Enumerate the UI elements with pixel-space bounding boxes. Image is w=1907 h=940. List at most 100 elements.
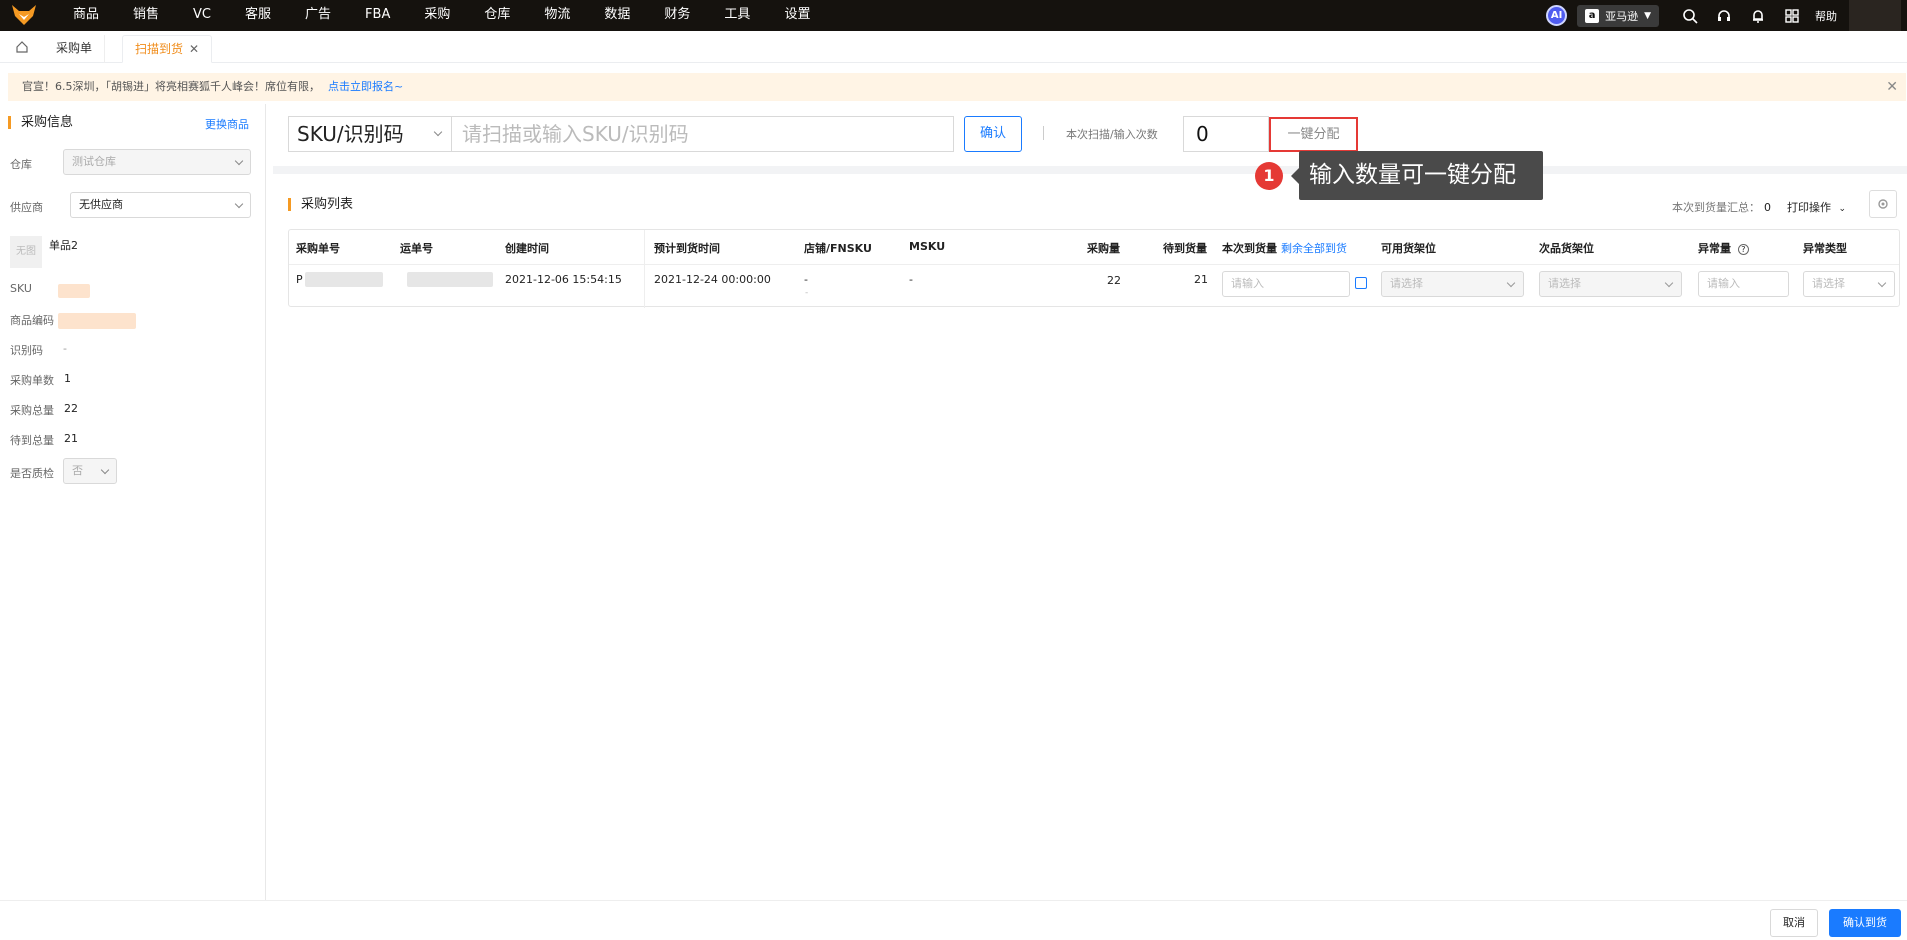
change-product-link[interactable]: 更换商品 bbox=[205, 116, 249, 132]
warehouse-value: 测试仓库 bbox=[72, 155, 116, 168]
qc-label: 是否质检 bbox=[10, 467, 54, 480]
col-header-defect-shelf: 次品货架位 bbox=[1539, 242, 1594, 255]
cancel-button[interactable]: 取消 bbox=[1770, 909, 1818, 937]
nav-item-logistics[interactable]: 物流 bbox=[527, 0, 587, 31]
annotation-step-badge: 1 bbox=[1255, 162, 1283, 190]
nav-item-fba[interactable]: FBA bbox=[348, 0, 407, 31]
tab-label: 采购单 bbox=[56, 41, 93, 55]
arrival-all-link[interactable]: 剩余全部到货 bbox=[1281, 242, 1347, 255]
idcode-row: 识别码 - bbox=[10, 342, 67, 358]
store-name: 亚马逊 bbox=[1605, 9, 1639, 23]
scan-type-value: SKU/识别码 bbox=[297, 122, 404, 146]
nav-item-tools[interactable]: 工具 bbox=[707, 0, 767, 31]
col-header-abnormal-type: 异常类型 bbox=[1803, 242, 1847, 255]
col-header-shelf: 可用货架位 bbox=[1381, 242, 1436, 255]
main-content bbox=[273, 104, 1907, 900]
supplier-label: 供应商 bbox=[10, 201, 43, 214]
amazon-icon: a bbox=[1585, 8, 1600, 23]
scan-type-select[interactable]: SKU/识别码 bbox=[288, 116, 451, 152]
order-count-label: 采购单数 bbox=[10, 374, 54, 387]
chevron-down-icon bbox=[1877, 278, 1887, 288]
apps-grid-icon[interactable] bbox=[1775, 0, 1809, 31]
shelf-select[interactable]: 请选择 bbox=[1381, 271, 1524, 297]
main-nav: 商品 销售 VC 客服 广告 FBA 采购 仓库 物流 数据 财务 工具 设置 bbox=[56, 0, 827, 31]
scan-confirm-button[interactable]: 确认 bbox=[964, 116, 1022, 152]
col-header-pending: 待到货量 bbox=[1163, 242, 1207, 255]
search-icon[interactable] bbox=[1673, 0, 1707, 31]
ai-assistant-icon[interactable]: AI bbox=[1546, 5, 1568, 26]
total-qty-value: 22 bbox=[64, 402, 78, 415]
col-header-order-no: 采购单号 bbox=[296, 242, 340, 255]
column-settings-button[interactable] bbox=[1869, 190, 1897, 218]
sku-value-redacted bbox=[58, 284, 90, 298]
order-count-value: 1 bbox=[64, 372, 71, 385]
nav-item-sales[interactable]: 销售 bbox=[116, 0, 176, 31]
help-link[interactable]: 帮助 bbox=[1815, 8, 1837, 24]
announcement-banner: 官宣！6.5深圳，「胡锡进」将亮相赛狐千人峰会！席位有限， 点击立即报名~ ✕ bbox=[8, 73, 1906, 101]
column-divider bbox=[644, 230, 645, 308]
total-qty-row: 采购总量 22 bbox=[10, 402, 78, 418]
question-icon[interactable]: ? bbox=[1737, 244, 1749, 255]
abnormal-header-label: 异常量 bbox=[1698, 242, 1731, 255]
sku-label: SKU bbox=[10, 282, 32, 295]
announcement-link[interactable]: 点击立即报名~ bbox=[328, 80, 403, 93]
product-code-label: 商品编码 bbox=[10, 314, 54, 327]
store-selector[interactable]: a 亚马逊 ▼ bbox=[1577, 4, 1659, 27]
abnormal-qty-input[interactable]: 请输入 bbox=[1698, 271, 1789, 297]
pending-cell: 21 bbox=[1194, 273, 1208, 286]
defect-shelf-select[interactable]: 请选择 bbox=[1539, 271, 1682, 297]
nav-item-settings[interactable]: 设置 bbox=[767, 0, 827, 31]
nav-item-service[interactable]: 客服 bbox=[228, 0, 288, 31]
supplier-select[interactable]: 无供应商 bbox=[70, 192, 251, 218]
nav-item-products[interactable]: 商品 bbox=[56, 0, 116, 31]
caret-down-icon: ▼ bbox=[1644, 10, 1651, 21]
tab-scan-arrival[interactable]: 扫描到货 ✕ bbox=[122, 35, 213, 63]
divider bbox=[1043, 126, 1044, 140]
print-operations-dropdown[interactable]: 打印操作 ⌄ bbox=[1787, 199, 1846, 215]
warehouse-select: 测试仓库 bbox=[63, 149, 251, 175]
nav-item-finance[interactable]: 财务 bbox=[647, 0, 707, 31]
qty-cell: 22 bbox=[1107, 274, 1121, 287]
user-avatar[interactable] bbox=[1849, 0, 1901, 31]
bell-icon[interactable] bbox=[1741, 0, 1775, 31]
product-name: 单品2 bbox=[49, 239, 78, 252]
order-count-row: 采购单数 1 bbox=[10, 372, 71, 388]
arrival-header-label: 本次到货量 bbox=[1222, 242, 1277, 255]
qc-select: 否 bbox=[63, 458, 117, 484]
nav-item-vc[interactable]: VC bbox=[176, 0, 228, 31]
sku-scan-input[interactable]: 请扫描或输入SKU/识别码 bbox=[451, 116, 954, 152]
col-header-abnormal: 异常量 ? bbox=[1698, 240, 1749, 256]
one-click-allocate-button[interactable]: 一键分配 bbox=[1269, 117, 1358, 152]
total-qty-label: 采购总量 bbox=[10, 404, 54, 417]
fnsku-sub-cell: - bbox=[805, 288, 809, 298]
fox-logo-icon[interactable] bbox=[10, 2, 38, 28]
tab-purchase-orders[interactable]: 采购单 bbox=[44, 35, 106, 63]
nav-item-purchase[interactable]: 采购 bbox=[407, 0, 467, 31]
arrival-qty-input[interactable]: 请输入 bbox=[1222, 271, 1350, 297]
nav-item-data[interactable]: 数据 bbox=[587, 0, 647, 31]
pending-qty-row: 待到总量 21 bbox=[10, 432, 78, 448]
section-divider bbox=[273, 166, 1907, 174]
eta-cell: 2021-12-24 00:00:00 bbox=[654, 273, 771, 286]
defect-shelf-placeholder: 请选择 bbox=[1548, 277, 1581, 290]
scan-count-label: 本次扫描/输入次数 bbox=[1066, 128, 1158, 141]
top-right-tools: AI a 亚马逊 ▼ 帮助 bbox=[1546, 0, 1907, 31]
chevron-down-icon: ⌄ bbox=[1838, 204, 1847, 214]
headset-icon[interactable] bbox=[1707, 0, 1741, 31]
nav-item-ads[interactable]: 广告 bbox=[288, 0, 348, 31]
close-banner-icon[interactable]: ✕ bbox=[1886, 73, 1898, 101]
msku-cell: - bbox=[909, 273, 913, 286]
nav-item-warehouse[interactable]: 仓库 bbox=[467, 0, 527, 31]
chevron-down-icon bbox=[234, 199, 244, 209]
order-no-cell[interactable]: P bbox=[296, 273, 303, 286]
col-header-created: 创建时间 bbox=[505, 242, 549, 255]
arrival-summary: 本次到货量汇总： 0 bbox=[1672, 199, 1771, 215]
home-icon[interactable] bbox=[8, 35, 36, 59]
col-header-fnsku: 店铺/FNSKU bbox=[804, 242, 872, 255]
abnormal-type-select[interactable]: 请选择 bbox=[1803, 271, 1895, 297]
col-header-msku: MSKU bbox=[909, 240, 946, 253]
close-tab-icon[interactable]: ✕ bbox=[189, 42, 199, 56]
fill-arrival-icon[interactable] bbox=[1355, 277, 1367, 289]
confirm-arrival-button[interactable]: 确认到货 bbox=[1829, 909, 1901, 937]
scan-count-input[interactable]: 0 bbox=[1183, 116, 1269, 152]
